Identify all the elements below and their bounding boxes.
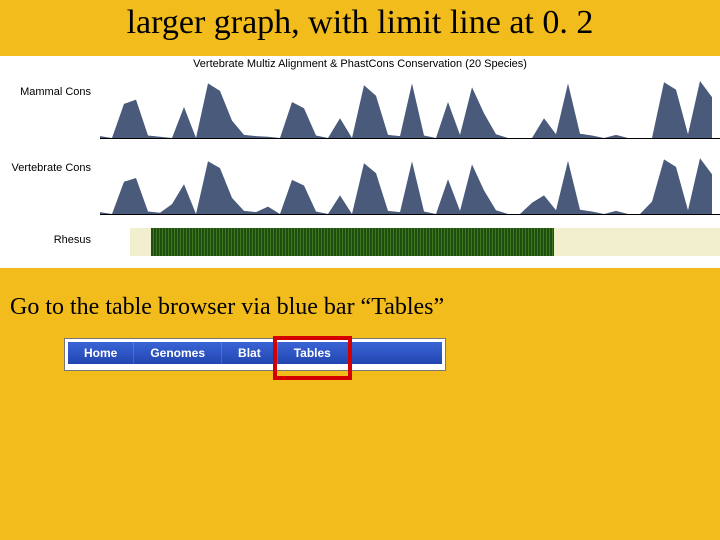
track-mammal [100, 76, 720, 138]
baseline-mammal [100, 138, 720, 139]
nav-item-genomes[interactable]: Genomes [134, 342, 222, 364]
track-label-vertebrate: Vertebrate Cons [0, 162, 95, 174]
page-title: larger graph, with limit line at 0. 2 [0, 4, 720, 42]
vertebrate-chart [100, 152, 720, 214]
track-vertebrate [100, 152, 720, 214]
panel-header: Vertebrate Multiz Alignment & PhastCons … [0, 58, 720, 70]
conservation-panel: Vertebrate Multiz Alignment & PhastCons … [0, 56, 720, 268]
instruction-text: Go to the table browser via blue bar “Ta… [10, 294, 444, 321]
nav-item-tables[interactable]: Tables [278, 342, 347, 364]
track-label-rhesus: Rhesus [0, 234, 95, 246]
nav-item-blat[interactable]: Blat [222, 342, 278, 364]
rhesus-alignment-band [130, 228, 720, 256]
track-label-mammal: Mammal Cons [0, 86, 95, 98]
nav-item-home[interactable]: Home [68, 342, 134, 364]
mammal-chart [100, 76, 720, 138]
nav-border: Home Genomes Blat Tables [64, 338, 446, 371]
baseline-vertebrate [100, 214, 720, 215]
nav-screenshot: Home Genomes Blat Tables [64, 338, 446, 371]
blue-nav-bar: Home Genomes Blat Tables [68, 342, 442, 364]
slide: larger graph, with limit line at 0. 2 Ve… [0, 0, 720, 540]
